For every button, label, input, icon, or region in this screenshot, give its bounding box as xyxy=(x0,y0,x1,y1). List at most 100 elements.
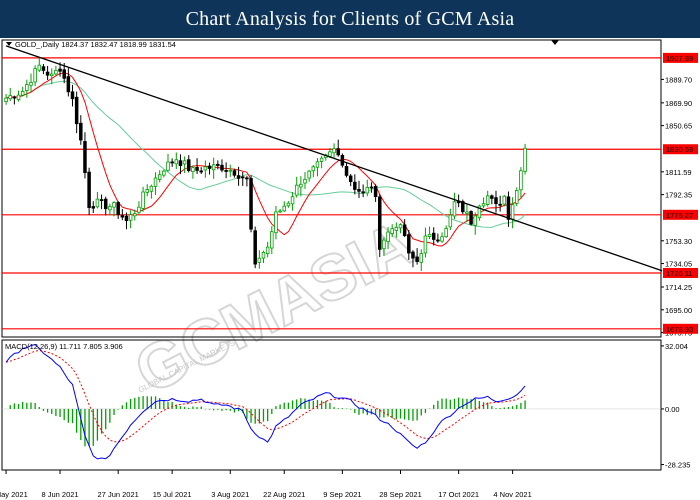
candle-body xyxy=(303,179,307,184)
candle-body xyxy=(473,215,477,226)
candle xyxy=(112,201,116,217)
candle-body xyxy=(91,206,96,209)
candle-body xyxy=(178,160,183,166)
candle xyxy=(116,201,120,219)
candle xyxy=(427,226,432,240)
candle-body xyxy=(307,170,311,179)
candle-body xyxy=(33,68,37,83)
candle xyxy=(108,203,112,216)
candle xyxy=(137,201,141,215)
candle xyxy=(211,157,216,179)
candle xyxy=(232,168,237,178)
x-tick-label: 15 Jul 2021 xyxy=(153,490,192,499)
candle-body xyxy=(103,198,108,210)
candle xyxy=(315,158,320,177)
candle xyxy=(377,193,382,258)
candle-body xyxy=(394,226,399,231)
candle xyxy=(473,212,477,235)
candle-body xyxy=(510,204,515,220)
candle-body xyxy=(220,164,224,171)
candle xyxy=(519,167,523,198)
candle xyxy=(99,194,104,210)
candle-body xyxy=(278,210,282,213)
candle xyxy=(274,205,278,240)
level-price-label: 1775.27 xyxy=(666,211,693,220)
candle-body xyxy=(45,71,50,76)
candle-body xyxy=(361,191,365,194)
candle-body xyxy=(436,239,440,242)
candle-body xyxy=(319,157,324,162)
candle xyxy=(510,197,515,229)
candle-body xyxy=(224,170,228,172)
candle-body xyxy=(166,161,170,171)
candle xyxy=(240,171,245,187)
candle-body xyxy=(187,159,191,171)
candle-body xyxy=(54,70,58,75)
candle xyxy=(37,56,42,73)
candle xyxy=(207,162,212,175)
candle xyxy=(506,191,511,227)
candle-body xyxy=(199,170,203,173)
candle xyxy=(369,182,374,193)
candle-body xyxy=(485,195,490,205)
candle-body xyxy=(452,201,457,217)
collapse-arrow-icon[interactable] xyxy=(6,42,12,46)
candle-body xyxy=(112,202,116,208)
candle xyxy=(373,184,378,202)
candle-body xyxy=(444,228,448,238)
candle-body xyxy=(377,196,382,250)
candle xyxy=(162,169,166,178)
candle xyxy=(191,165,195,179)
candle-body xyxy=(99,199,104,201)
candle-body xyxy=(12,96,17,99)
candle-body xyxy=(286,202,291,207)
candle xyxy=(153,172,158,196)
candle xyxy=(286,201,291,208)
candle xyxy=(294,176,299,198)
candle-body xyxy=(299,183,303,188)
candle-body xyxy=(357,188,361,192)
candle-body xyxy=(108,206,112,211)
candle-body xyxy=(290,196,295,205)
candle xyxy=(270,226,274,254)
candle xyxy=(502,194,507,207)
candle-body xyxy=(407,234,411,254)
candle xyxy=(87,167,91,215)
x-tick-label: 8 Jun 2021 xyxy=(41,490,78,499)
candle-body xyxy=(369,186,374,189)
candle xyxy=(128,210,133,229)
candle xyxy=(452,192,457,220)
candle-body xyxy=(37,64,42,71)
candle-body xyxy=(427,233,432,237)
candle xyxy=(303,172,307,189)
macd-y-tick-label: 32.004 xyxy=(665,342,688,351)
y-tick-label: 1792.35 xyxy=(665,191,692,200)
candle-body xyxy=(95,198,100,208)
candle-body xyxy=(270,231,274,249)
candle xyxy=(79,115,83,145)
candle-body xyxy=(382,239,386,250)
candle xyxy=(261,250,266,264)
y-tick-label: 1695.00 xyxy=(665,306,692,315)
candle-body xyxy=(8,95,12,100)
candle xyxy=(290,191,295,211)
macd-y-tick-label: -28.235 xyxy=(665,461,690,470)
candle xyxy=(45,65,50,80)
candle xyxy=(12,95,17,105)
candle xyxy=(332,143,336,159)
shift-marker-icon[interactable] xyxy=(551,40,559,45)
candle-body xyxy=(490,195,494,199)
candle xyxy=(481,197,486,209)
candle-body xyxy=(133,213,137,217)
symbol-info: GOLD_,Daily 1824.37 1832.47 1818.99 1831… xyxy=(15,40,176,49)
macd-info: MACD(12,26,9) 11.711 7.805 3.906 xyxy=(5,342,123,351)
x-tick-label: 22 Aug 2021 xyxy=(263,490,305,499)
candle-body xyxy=(245,177,249,180)
candle-body xyxy=(149,185,154,192)
candle-body xyxy=(249,178,253,230)
candle-body xyxy=(87,171,91,208)
candle xyxy=(66,68,71,97)
candle xyxy=(4,93,8,105)
candle-body xyxy=(498,203,502,206)
candle-body xyxy=(448,214,453,228)
